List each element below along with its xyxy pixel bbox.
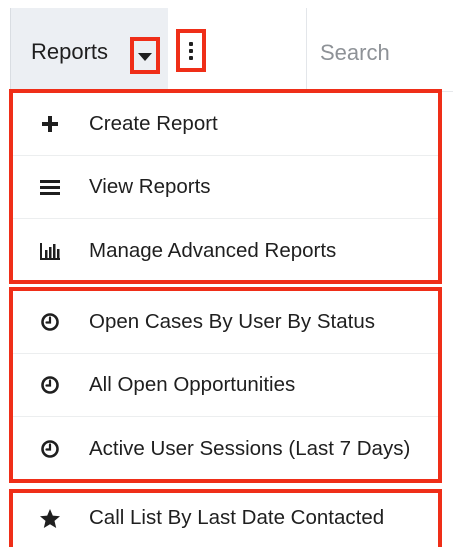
reports-menu-screen: Reports Search Create Report View Report… xyxy=(0,0,453,547)
favorite-reports-section: Call List By Last Date Contacted xyxy=(9,489,442,547)
manage-advanced-reports-menu-item[interactable]: Manage Advanced Reports xyxy=(13,219,438,280)
menu-item-label: View Reports xyxy=(89,175,211,198)
search-input[interactable]: Search xyxy=(320,40,390,66)
more-options-button[interactable] xyxy=(176,29,206,72)
kebab-dot-icon xyxy=(189,41,193,46)
recent-report-menu-item[interactable]: All Open Opportunities xyxy=(13,354,438,417)
report-actions-section: Create Report View Reports Manage Advanc… xyxy=(9,89,442,284)
clock-icon xyxy=(39,374,61,396)
recent-reports-section: Open Cases By User By Status All Open Op… xyxy=(9,287,442,483)
reports-dropdown-button[interactable] xyxy=(130,37,160,74)
kebab-dot-icon xyxy=(189,55,193,60)
top-navigation-bar: Reports Search xyxy=(0,0,453,92)
reports-tab-label[interactable]: Reports xyxy=(31,39,108,65)
caret-down-icon xyxy=(138,52,152,61)
bar-chart-icon xyxy=(39,240,61,262)
nav-divider xyxy=(306,8,307,92)
menu-item-label: Call List By Last Date Contacted xyxy=(89,506,385,529)
view-reports-menu-item[interactable]: View Reports xyxy=(13,156,438,219)
list-icon xyxy=(39,176,61,198)
recent-report-menu-item[interactable]: Active User Sessions (Last 7 Days) xyxy=(13,417,438,479)
create-report-menu-item[interactable]: Create Report xyxy=(13,93,438,156)
plus-icon xyxy=(39,113,61,135)
menu-item-label: Create Report xyxy=(89,112,218,135)
favorite-report-menu-item[interactable]: Call List By Last Date Contacted xyxy=(13,493,438,543)
clock-icon xyxy=(39,311,61,333)
menu-item-label: Open Cases By User By Status xyxy=(89,310,375,333)
kebab-dot-icon xyxy=(189,48,193,53)
recent-report-menu-item[interactable]: Open Cases By User By Status xyxy=(13,291,438,354)
star-icon xyxy=(39,507,61,529)
reports-module-tab[interactable]: Reports xyxy=(10,8,168,92)
clock-icon xyxy=(39,438,61,460)
menu-item-label: Active User Sessions (Last 7 Days) xyxy=(89,436,411,460)
menu-item-label: All Open Opportunities xyxy=(89,373,296,396)
menu-item-label: Manage Advanced Reports xyxy=(89,238,337,262)
